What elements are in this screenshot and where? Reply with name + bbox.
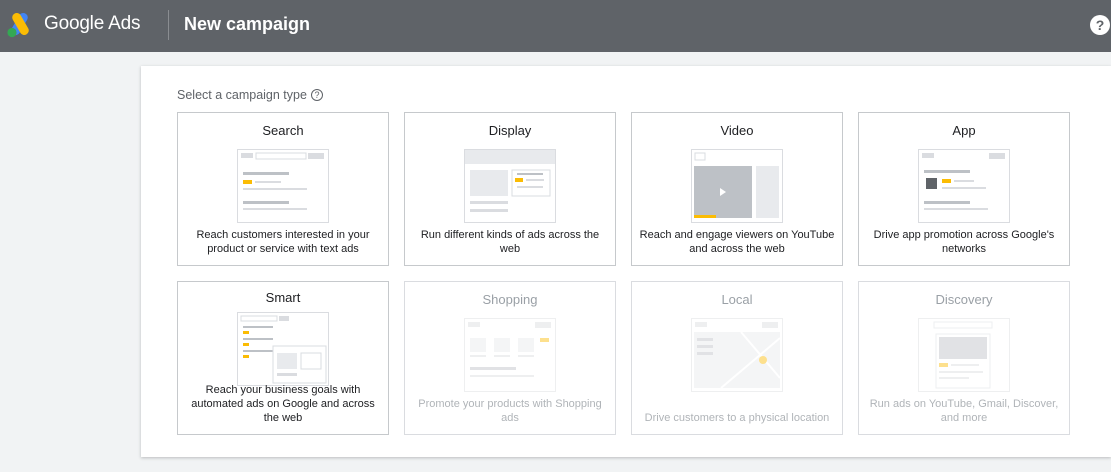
campaign-card-display[interactable]: Display Run different kinds of ads acros… [404,112,616,266]
discovery-illustration-icon [918,318,1010,392]
campaign-card-description: Promote your products with Shopping ads [418,398,602,424]
help-icon[interactable]: ? [1090,15,1110,35]
campaign-card-title: Video [720,123,754,138]
search-illustration-icon [237,149,329,223]
campaign-card-smart[interactable]: Smart Reach your business goals with aut… [177,281,389,435]
campaign-card-title: App [952,123,976,138]
campaign-card-description: Reach and engage viewers on YouTube and … [639,229,835,255]
campaign-card-title: Search [262,123,304,138]
campaign-card-video[interactable]: Video Reach and engage viewers on YouTub… [631,112,843,266]
campaign-card-description: Run different kinds of ads across the we… [420,229,600,255]
campaign-card-local[interactable]: Local Drive customers to a physical loca… [631,281,843,435]
campaign-card-discovery[interactable]: Discovery Run ads on YouTube, Gmail, Dis… [858,281,1070,435]
display-illustration-icon [464,149,556,223]
campaign-card-app[interactable]: App Drive app promotion across Google's … [858,112,1070,266]
campaign-card-description: Drive app promotion across Google's netw… [873,229,1055,255]
top-bar: Google Ads New campaign ? [0,0,1111,52]
header-divider [168,10,169,40]
shopping-illustration-icon [464,318,556,392]
campaign-card-title: Local [721,292,753,307]
campaign-card-shopping[interactable]: Shopping Promote your products with Shop… [404,281,616,435]
campaign-type-panel: Select a campaign type? Search Reach cus… [141,66,1111,457]
brand-name[interactable]: Google Ads [44,13,140,35]
question-help-icon[interactable]: ? [310,89,323,101]
campaign-card-title: Shopping [482,292,538,307]
campaign-card-title: Display [488,123,532,138]
video-illustration-icon [691,149,783,223]
local-illustration-icon [691,318,783,392]
campaign-card-title: Smart [265,290,301,305]
app-illustration-icon [918,149,1010,223]
campaign-card-search[interactable]: Search Reach customers interested in you… [177,112,389,266]
campaign-card-description: Drive customers to a physical location [644,412,830,424]
google-ads-logo-icon[interactable] [6,12,34,38]
select-campaign-type-text: Select a campaign type [177,88,307,102]
campaign-card-description: Reach your business goals with automated… [191,384,375,424]
select-campaign-type-label: Select a campaign type? [177,88,323,102]
campaign-card-description: Reach customers interested in your produ… [196,229,370,255]
campaign-card-title: Discovery [935,292,993,307]
smart-illustration-icon [237,312,329,386]
campaign-card-description: Run ads on YouTube, Gmail, Discover, and… [869,398,1059,424]
page-title: New campaign [184,14,311,34]
